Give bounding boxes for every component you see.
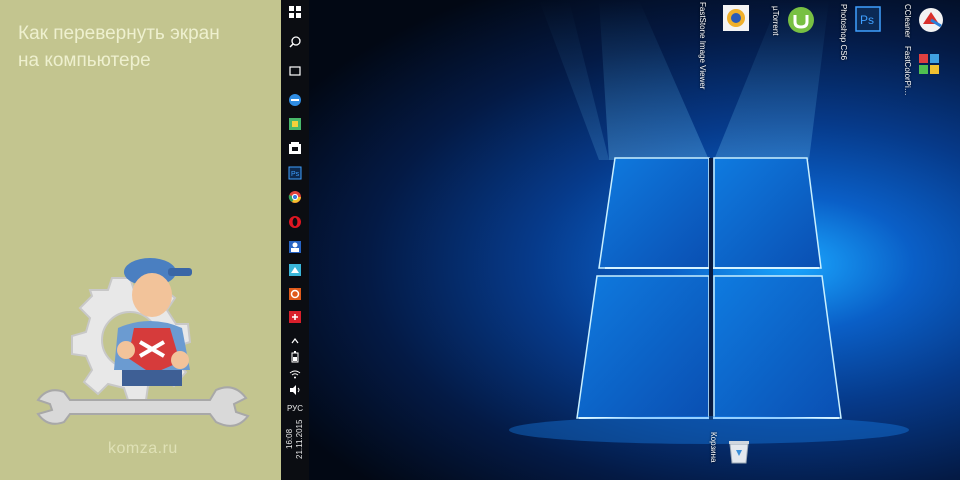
article-panel: Как перевернуть экран на компьютере komz… — [0, 0, 281, 480]
desktop-icon-label: CCleaner — [903, 4, 912, 38]
cortana-icon[interactable] — [287, 34, 303, 50]
opera-icon[interactable] — [287, 214, 303, 230]
desktop-icon-label: µTorrent — [771, 6, 780, 36]
store-icon[interactable] — [287, 116, 303, 132]
task-view-icon[interactable] — [287, 63, 303, 79]
article-title-line2: на компьютере — [18, 50, 151, 71]
app-icon[interactable] — [287, 309, 303, 325]
recycle-bin-icon — [729, 441, 749, 464]
colorpicker-icon — [919, 54, 939, 74]
desktop-icon-label: Photoshop CS6 — [839, 4, 848, 61]
utorrent-icon — [788, 7, 814, 33]
edge-icon[interactable] — [287, 92, 303, 108]
volume-icon[interactable] — [287, 382, 303, 398]
battery-icon[interactable] — [287, 349, 303, 365]
windows-logo-wallpaper — [509, 0, 909, 444]
faststone-icon — [723, 5, 749, 31]
svg-text:Ps: Ps — [291, 171, 300, 178]
svg-text:Ps: Ps — [860, 13, 874, 27]
clock-date: 21.11.2015 — [295, 419, 304, 459]
app-icon[interactable] — [287, 140, 303, 156]
mechanic-logo — [36, 258, 250, 427]
language-indicator[interactable]: РУС — [281, 404, 309, 413]
desktop-icon-label: FastColorPi… — [903, 46, 912, 96]
desktop-icon-photoshop[interactable]: Ps — [855, 6, 881, 37]
chrome-icon[interactable] — [287, 189, 303, 205]
photoshop-icon: Ps — [855, 6, 881, 32]
desktop-icon-fastcolorpicker[interactable] — [917, 52, 941, 81]
app-icon[interactable] — [287, 262, 303, 278]
article-title: Как перевернуть экран на компьютере — [18, 20, 268, 74]
article-title-line1: Как перевернуть экран — [18, 23, 220, 44]
desktop-icon-ccleaner[interactable] — [917, 6, 945, 39]
app-icon[interactable] — [287, 239, 303, 255]
ccleaner-icon[interactable] — [287, 286, 303, 302]
chevron-up-icon[interactable] — [287, 333, 303, 349]
taskbar: Ps РУС 16:08 21.11.2015 — [281, 0, 309, 480]
desktop-icon-recycle-bin[interactable] — [727, 438, 751, 469]
desktop-icon-label: FastStone Image Viewer — [698, 2, 707, 90]
desktop[interactable]: FastStone Image Viewer µTorrent Ps Photo… — [309, 0, 960, 480]
desktop-icon-label: Корзина — [709, 432, 718, 463]
clock[interactable]: 16:08 21.11.2015 — [283, 414, 307, 464]
start-icon[interactable] — [287, 4, 303, 20]
photoshop-icon[interactable]: Ps — [287, 165, 303, 181]
desktop-icon-faststone[interactable] — [722, 4, 750, 37]
wifi-icon[interactable] — [287, 366, 303, 382]
desktop-icon-utorrent[interactable] — [787, 6, 815, 39]
site-label[interactable]: komza.ru — [108, 440, 178, 458]
clock-time: 16:08 — [285, 428, 294, 450]
ccleaner-icon — [919, 8, 943, 32]
